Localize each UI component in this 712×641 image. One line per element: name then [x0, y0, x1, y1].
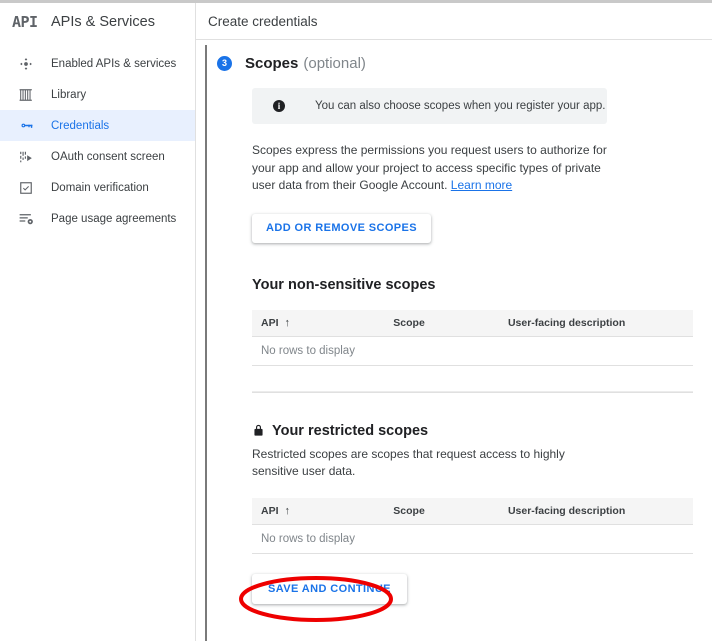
column-header-scope[interactable]: Scope: [384, 310, 499, 337]
step-header: 3 Scopes (optional): [196, 52, 712, 74]
sidebar-item-label: Credentials: [51, 120, 109, 132]
sidebar: API APIs & Services Enabled APIs & servi…: [0, 3, 195, 641]
sort-ascending-icon: ↑: [285, 505, 291, 517]
sidebar-item-page-usage-agreements[interactable]: Page usage agreements: [0, 203, 195, 234]
column-header-scope[interactable]: Scope: [384, 498, 499, 525]
info-banner-text: You can also choose scopes when you regi…: [315, 100, 605, 112]
sidebar-item-credentials[interactable]: Credentials: [0, 110, 195, 141]
dashboard-compass-icon: [12, 56, 40, 72]
save-button-container: SAVE AND CONTINUE: [252, 574, 693, 604]
column-header-api-label: API: [261, 317, 279, 329]
oauth-consent-icon: [12, 149, 40, 165]
step-optional-label: (optional): [303, 55, 366, 72]
sidebar-item-oauth-consent-screen[interactable]: OAuth consent screen: [0, 141, 195, 172]
step-body: i You can also choose scopes when you re…: [196, 88, 712, 604]
sort-ascending-icon: ↑: [285, 317, 291, 329]
column-header-api[interactable]: API ↑: [252, 310, 384, 337]
non-sensitive-scopes-section: Your non-sensitive scopes API ↑ Scope Use…: [252, 277, 693, 393]
empty-message: No rows to display: [252, 524, 693, 553]
restricted-scopes-table: API ↑ Scope User-facing description No ro…: [252, 498, 693, 554]
app-title: APIs & Services: [51, 14, 155, 30]
info-banner: i You can also choose scopes when you re…: [252, 88, 607, 124]
restricted-scopes-heading: Your restricted scopes: [252, 423, 693, 439]
page-usage-icon: [12, 211, 40, 227]
sidebar-item-label: Page usage agreements: [51, 213, 176, 225]
table-empty-row: No rows to display: [252, 524, 693, 553]
save-and-continue-button[interactable]: SAVE AND CONTINUE: [252, 574, 407, 604]
column-header-api-label: API: [261, 505, 279, 517]
learn-more-link[interactable]: Learn more: [451, 178, 512, 192]
google-cloud-console-window: API APIs & Services Enabled APIs & servi…: [0, 0, 712, 641]
info-icon: i: [273, 100, 285, 112]
sidebar-item-enabled-apis[interactable]: Enabled APIs & services: [0, 48, 195, 79]
step-number-badge: 3: [217, 56, 232, 71]
api-logo-icon: API: [12, 13, 40, 31]
key-icon: [12, 118, 40, 134]
table-empty-row: No rows to display: [252, 336, 693, 365]
library-icon: [12, 87, 40, 103]
add-or-remove-scopes-button[interactable]: ADD OR REMOVE SCOPES: [252, 214, 431, 243]
non-sensitive-scopes-table: API ↑ Scope User-facing description No ro…: [252, 310, 693, 366]
lock-icon: [252, 424, 265, 437]
table-footer-divider: [252, 392, 693, 393]
main-panel: Create credentials 3 Scopes (optional) i…: [195, 3, 712, 641]
column-header-user-facing-description[interactable]: User-facing description: [499, 498, 693, 525]
step-title: Scopes: [245, 55, 298, 72]
restricted-scopes-heading-label: Your restricted scopes: [272, 423, 428, 439]
sidebar-item-label: Domain verification: [51, 182, 149, 194]
domain-verification-icon: [12, 180, 40, 196]
sidebar-nav: Enabled APIs & services Library: [0, 48, 195, 234]
sidebar-item-library[interactable]: Library: [0, 79, 195, 110]
scopes-description: Scopes express the permissions you reque…: [252, 142, 608, 195]
scopes-description-text: Scopes express the permissions you reque…: [252, 143, 607, 192]
sidebar-item-domain-verification[interactable]: Domain verification: [0, 172, 195, 203]
restricted-scopes-description: Restricted scopes are scopes that reques…: [252, 446, 612, 481]
non-sensitive-scopes-heading: Your non-sensitive scopes: [252, 277, 693, 293]
restricted-scopes-section: Your restricted scopes Restricted scopes…: [252, 423, 693, 554]
scopes-step-content: 3 Scopes (optional) i You can also choos…: [196, 41, 712, 641]
column-header-api[interactable]: API ↑: [252, 498, 384, 525]
column-header-user-facing-description[interactable]: User-facing description: [499, 310, 693, 337]
page-title: Create credentials: [196, 3, 712, 40]
table-header-row: API ↑ Scope User-facing description: [252, 310, 693, 337]
sidebar-item-label: OAuth consent screen: [51, 151, 165, 163]
sidebar-item-label: Enabled APIs & services: [51, 58, 176, 70]
sidebar-item-label: Library: [51, 89, 86, 101]
brand-header: API APIs & Services: [0, 3, 195, 40]
empty-message: No rows to display: [252, 336, 693, 365]
table-footer-spacer: [252, 366, 693, 392]
table-header-row: API ↑ Scope User-facing description: [252, 498, 693, 525]
